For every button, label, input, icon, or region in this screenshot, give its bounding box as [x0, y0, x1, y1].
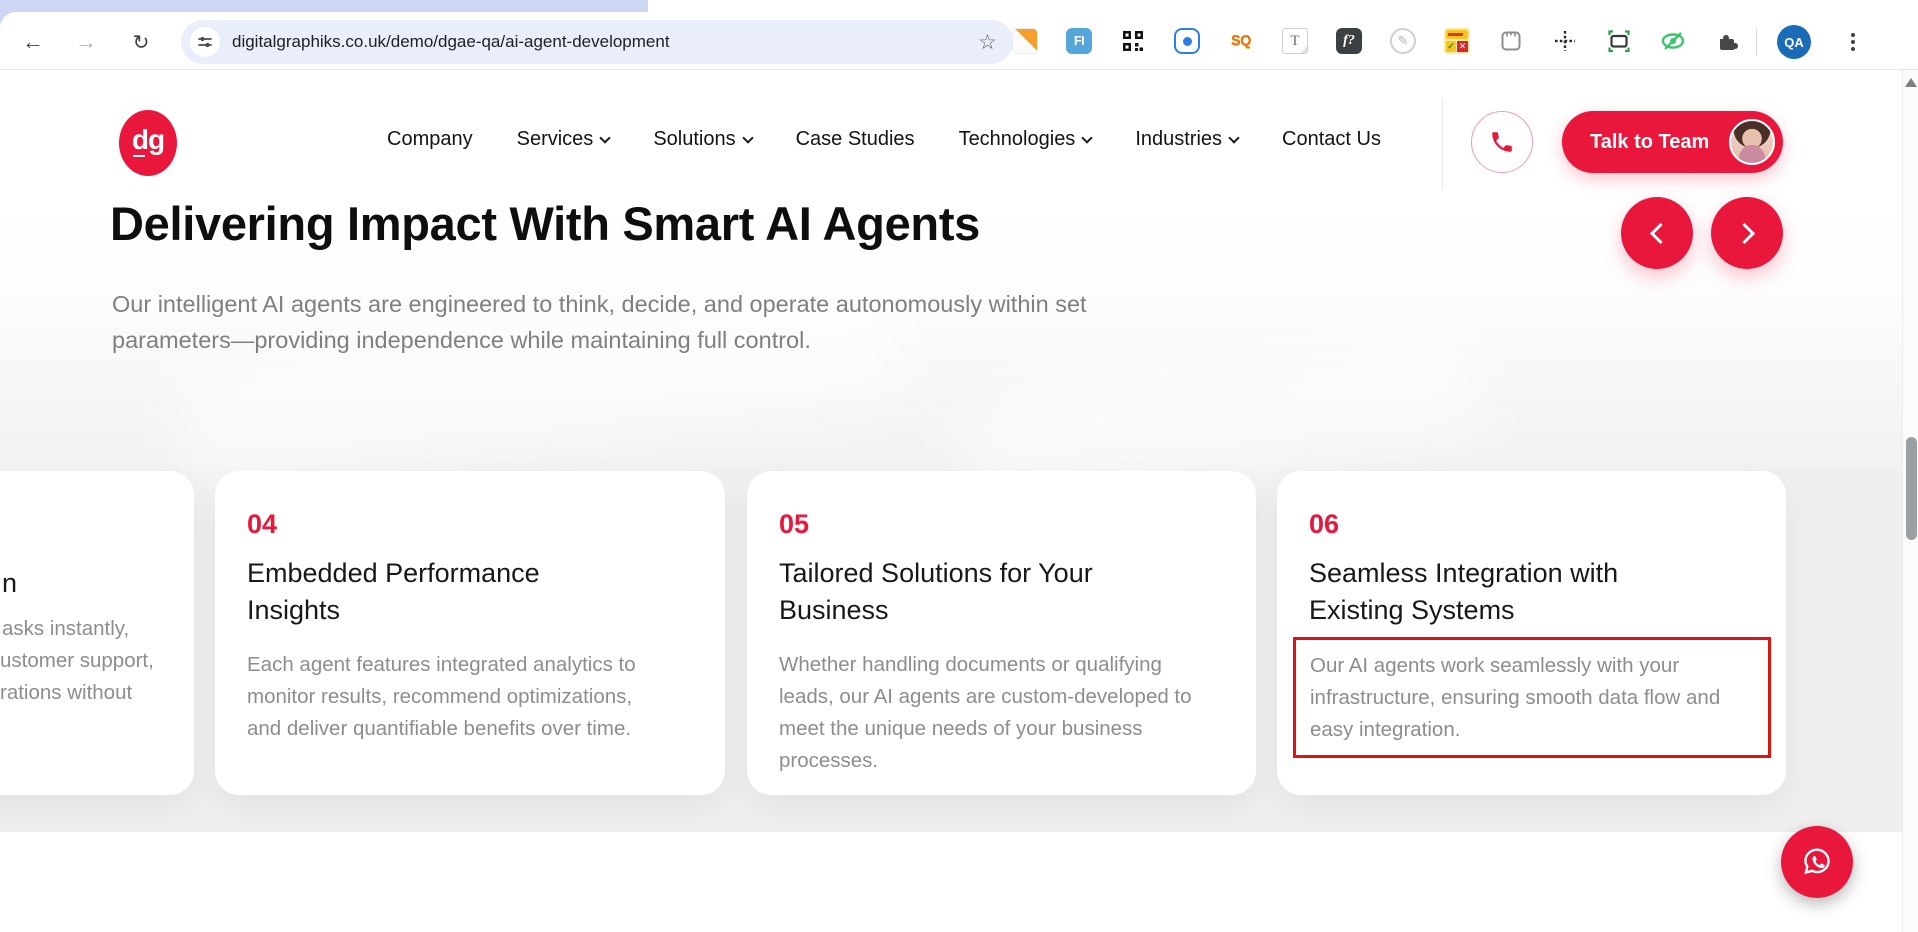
card-05: 05 Tailored Solutions for Your Business … [747, 471, 1256, 795]
scrollbar[interactable] [1902, 70, 1918, 932]
card-title: Embedded Performance Insights [247, 555, 587, 629]
annotation-highlight-box: Our AI agents work seamlessly with your … [1293, 637, 1771, 758]
card-title: Seamless Integration with Existing Syste… [1309, 555, 1709, 629]
page-title: Delivering Impact With Smart AI Agents [110, 196, 980, 251]
card-body: Our AI agents work seamlessly with your … [1310, 650, 1754, 746]
browser-window: ← → ↻ digitalgraphiks.co.uk/demo/dgae-qa… [0, 0, 1918, 932]
nav-item-solutions[interactable]: Solutions [653, 128, 751, 151]
measure-extension-icon[interactable] [1012, 28, 1038, 54]
logo-underline [133, 155, 145, 158]
card-number: 05 [779, 509, 809, 540]
nav-item-technologies[interactable]: Technologies [959, 128, 1092, 151]
main-navigation: Company Services Solutions Case Studies … [387, 128, 1381, 151]
qr-code-extension-icon[interactable] [1120, 28, 1146, 54]
nav-item-services[interactable]: Services [517, 128, 610, 151]
header-divider [1442, 98, 1443, 190]
logo-text: dg [119, 124, 177, 156]
webpage: dg Company Services Solutions Case Studi… [0, 70, 1902, 932]
function-help-extension-icon[interactable]: f? [1336, 28, 1362, 54]
card-title-fragment: n [2, 565, 17, 602]
chevron-left-icon [1649, 222, 1670, 243]
carousel-prev-button[interactable] [1621, 197, 1693, 269]
site-logo[interactable]: dg [119, 110, 177, 176]
text-tool-extension-icon[interactable]: T [1282, 28, 1308, 54]
pencil-extension-icon[interactable]: ✎ [1390, 28, 1416, 54]
whatsapp-icon [1797, 842, 1837, 882]
screen-record-extension-icon[interactable] [1174, 28, 1200, 54]
phone-call-button[interactable] [1471, 111, 1533, 173]
visibility-extension-icon[interactable] [1660, 28, 1686, 54]
phone-icon [1489, 129, 1515, 155]
browser-menu-icon[interactable] [1838, 26, 1868, 58]
chevron-down-icon [742, 132, 753, 143]
scrollbar-thumb[interactable] [1906, 437, 1917, 540]
site-info-icon[interactable] [190, 27, 220, 57]
card-body-fragment: rations without [0, 681, 132, 705]
carousel-next-button[interactable] [1711, 197, 1783, 269]
back-button[interactable]: ← [17, 26, 49, 58]
card-body: Whether handling documents or qualifying… [779, 649, 1209, 777]
toolbar-divider [1756, 28, 1757, 56]
chevron-down-icon [1228, 132, 1239, 143]
card-04: 04 Embedded Performance Insights Each ag… [215, 471, 725, 795]
extensions-row: FI SQ T f? ✎ [1012, 28, 1740, 54]
profile-avatar[interactable]: QA [1777, 25, 1811, 59]
page-subtitle: Our intelligent AI agents are engineered… [112, 286, 1172, 358]
card-number: 06 [1309, 509, 1339, 540]
browser-toolbar: ← → ↻ digitalgraphiks.co.uk/demo/dgae-qa… [0, 12, 1918, 70]
nav-item-case-studies[interactable]: Case Studies [796, 128, 915, 151]
address-bar[interactable]: digitalgraphiks.co.uk/demo/dgae-qa/ai-ag… [181, 20, 1013, 64]
team-avatar [1729, 119, 1775, 165]
reload-button[interactable]: ↻ [125, 26, 157, 58]
bookmark-star-icon[interactable]: ☆ [978, 30, 997, 55]
url-text: digitalgraphiks.co.uk/demo/dgae-qa/ai-ag… [232, 32, 670, 52]
seoquake-extension-icon[interactable]: SQ [1228, 28, 1254, 54]
card-body: Each agent features integrated analytics… [247, 649, 662, 745]
pixel-grid-extension-icon[interactable] [1552, 28, 1578, 54]
scrollbar-up-arrow[interactable] [1905, 78, 1917, 87]
screenshot-extension-icon[interactable] [1606, 28, 1632, 54]
talk-to-team-button[interactable]: Talk to Team [1562, 111, 1783, 173]
nav-item-company[interactable]: Company [387, 128, 473, 151]
card-body-fragment: ustomer support, [0, 649, 154, 673]
page-ruler-extension-icon[interactable] [1498, 28, 1524, 54]
nav-item-contact-us[interactable]: Contact Us [1282, 128, 1381, 151]
card-body-fragment: asks instantly, [2, 617, 129, 641]
nav-item-industries[interactable]: Industries [1135, 128, 1238, 151]
chevron-right-icon [1733, 222, 1754, 243]
forward-button[interactable]: → [70, 26, 102, 58]
chevron-down-icon [600, 132, 611, 143]
checklist-extension-icon[interactable]: ✓ ✕ [1444, 28, 1470, 54]
card-title: Tailored Solutions for Your Business [779, 555, 1169, 629]
whatsapp-button[interactable] [1781, 826, 1853, 898]
card-number: 04 [247, 509, 277, 540]
extensions-puzzle-icon[interactable] [1714, 28, 1740, 54]
card-partial: n asks instantly, ustomer support, ratio… [0, 471, 194, 795]
font-identifier-extension-icon[interactable]: FI [1066, 28, 1092, 54]
talk-to-team-label: Talk to Team [1590, 131, 1709, 154]
card-06: 06 Seamless Integration with Existing Sy… [1277, 471, 1786, 795]
chevron-down-icon [1082, 132, 1093, 143]
